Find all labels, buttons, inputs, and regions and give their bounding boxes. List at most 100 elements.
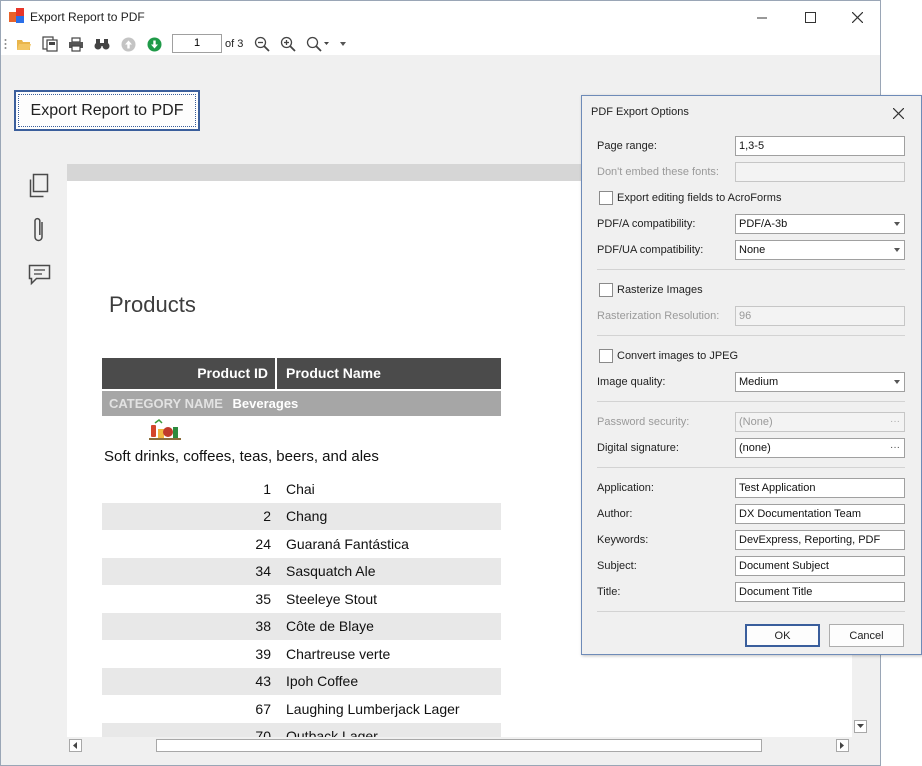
password-security-field[interactable]: (None) ··· xyxy=(735,412,905,432)
product-id: 35 xyxy=(255,591,271,607)
product-id: 24 xyxy=(255,536,271,552)
scroll-down-button[interactable] xyxy=(854,720,867,733)
column-header-product-id: Product ID xyxy=(102,358,277,389)
table-row: 35 Steeleye Stout xyxy=(102,586,501,613)
product-id: 70 xyxy=(255,728,271,737)
pdfua-select[interactable]: None xyxy=(735,240,905,260)
password-security-label: Password security: xyxy=(597,416,690,428)
chevron-down-icon xyxy=(894,222,900,226)
pdf-export-options-dialog: PDF Export Options Page range: 1,3-5 Don… xyxy=(581,95,922,655)
next-page-icon xyxy=(147,37,161,51)
next-page-button[interactable] xyxy=(144,35,164,53)
image-quality-label: Image quality: xyxy=(597,376,666,388)
save-button[interactable] xyxy=(40,35,60,53)
category-value: Beverages xyxy=(232,396,299,411)
ellipsis-icon: ··· xyxy=(890,416,900,427)
cancel-button[interactable]: Cancel xyxy=(829,624,904,647)
attachments-icon xyxy=(34,217,43,242)
more-button[interactable] xyxy=(336,35,350,53)
horizontal-scrollbar[interactable] xyxy=(67,737,852,754)
author-input[interactable]: DX Documentation Team xyxy=(735,504,905,524)
attachments-button[interactable] xyxy=(27,216,51,244)
product-id: 1 xyxy=(263,481,271,497)
product-id: 2 xyxy=(263,508,271,524)
raster-resolution-input[interactable]: 96 xyxy=(735,306,905,326)
convert-jpeg-label: Convert images to JPEG xyxy=(617,350,739,362)
export-editing-fields-label: Export editing fields to AcroForms xyxy=(617,192,782,204)
zoom-in-icon xyxy=(280,36,296,52)
table-row: 39 Chartreuse verte xyxy=(102,641,501,668)
dialog-close-button[interactable] xyxy=(885,102,911,124)
product-name: Chartreuse verte xyxy=(286,646,391,662)
close-button[interactable] xyxy=(834,1,880,33)
chevron-down-icon xyxy=(894,248,900,252)
category-label: CATEGORY NAME xyxy=(109,396,223,411)
zoom-dropdown-button[interactable] xyxy=(304,35,332,53)
product-id: 67 xyxy=(255,701,271,717)
rasterize-images-checkbox[interactable] xyxy=(599,283,613,297)
ok-button[interactable]: OK xyxy=(745,624,820,647)
keywords-input[interactable]: DevExpress, Reporting, PDF xyxy=(735,530,905,550)
minimize-icon xyxy=(756,17,767,18)
digital-signature-field[interactable]: (none) ··· xyxy=(735,438,905,458)
title-bar: Export Report to PDF xyxy=(1,1,880,33)
product-name: Steeleye Stout xyxy=(286,591,378,607)
maximize-button[interactable] xyxy=(787,1,833,33)
print-button[interactable] xyxy=(66,35,86,53)
no-embed-fonts-input[interactable] xyxy=(735,162,905,182)
page-number-input[interactable]: 1 xyxy=(172,34,222,53)
convert-jpeg-checkbox[interactable] xyxy=(599,349,613,363)
scroll-right-button[interactable] xyxy=(836,739,849,752)
product-id: 34 xyxy=(255,563,271,579)
page-count-label: of 3 xyxy=(225,38,244,50)
comments-button[interactable] xyxy=(27,262,51,290)
category-description: Soft drinks, coffees, teas, beers, and a… xyxy=(104,448,379,465)
open-icon xyxy=(17,40,31,50)
title-input[interactable]: Document Title xyxy=(735,582,905,602)
find-button[interactable] xyxy=(92,35,112,53)
image-quality-select[interactable]: Medium xyxy=(735,372,905,392)
export-editing-fields-checkbox[interactable] xyxy=(599,191,613,205)
open-button[interactable] xyxy=(14,35,34,53)
product-id: 39 xyxy=(255,646,271,662)
scroll-left-button[interactable] xyxy=(69,739,82,752)
pages-button[interactable] xyxy=(27,172,51,200)
print-icon xyxy=(69,36,83,52)
product-name: Guaraná Fantástica xyxy=(286,536,409,552)
product-name: Chai xyxy=(286,481,315,497)
separator xyxy=(597,269,905,270)
page-range-input[interactable]: 1,3-5 xyxy=(735,136,905,156)
separator xyxy=(597,611,905,612)
raster-resolution-label: Rasterization Resolution: xyxy=(597,310,720,322)
zoom-out-button[interactable] xyxy=(252,35,272,53)
application-input[interactable]: Test Application xyxy=(735,478,905,498)
grip-icon xyxy=(4,39,6,49)
toolbar: 1 of 3 xyxy=(1,33,880,55)
more-icon xyxy=(340,42,346,46)
pdfa-select[interactable]: PDF/A-3b xyxy=(735,214,905,234)
toolbar-grip[interactable] xyxy=(1,35,9,53)
chevron-down-icon xyxy=(894,380,900,384)
prev-page-button[interactable] xyxy=(118,35,138,53)
pages-icon xyxy=(29,173,49,198)
horizontal-scroll-thumb[interactable] xyxy=(156,739,762,752)
product-name: Outback Lager xyxy=(286,728,378,737)
pdfa-value: PDF/A-3b xyxy=(739,218,788,230)
chevron-left-icon xyxy=(73,742,77,749)
subject-input[interactable]: Document Subject xyxy=(735,556,905,576)
author-label: Author: xyxy=(597,508,633,520)
table-row: 43 Ipoh Coffee xyxy=(102,668,501,695)
zoom-out-icon xyxy=(254,36,270,52)
chevron-down-icon xyxy=(857,724,864,728)
minimize-button[interactable] xyxy=(739,1,785,33)
beverages-picture-icon xyxy=(149,419,181,440)
table-row: 24 Guaraná Fantástica xyxy=(102,531,501,558)
find-icon xyxy=(94,39,110,50)
close-icon xyxy=(892,107,904,119)
maximize-icon xyxy=(804,11,816,23)
separator xyxy=(597,335,905,336)
zoom-in-button[interactable] xyxy=(278,35,298,53)
title-label: Title: xyxy=(597,586,621,598)
export-report-button[interactable]: Export Report to PDF xyxy=(14,90,200,131)
comments-icon xyxy=(28,264,51,286)
